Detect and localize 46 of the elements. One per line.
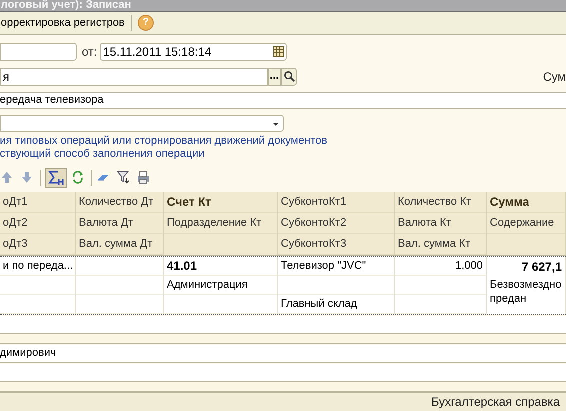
column-header[interactable]: СубконтоКт2 — [278, 213, 394, 234]
hint-link[interactable]: ия типовых операций или сторнирования движений документов — [0, 135, 566, 148]
column-header[interactable]: Содержание — [487, 213, 565, 234]
column-header[interactable]: Количество Кт — [395, 192, 486, 214]
comment-field[interactable]: ередача телевизора — [0, 92, 566, 109]
column-header[interactable]: Валюта Дт — [76, 213, 163, 234]
date-label: от: — [82, 44, 98, 61]
text-field[interactable]: димирович — [0, 344, 566, 364]
sum-label: Сум — [543, 68, 566, 86]
column-header[interactable]: оДт1 — [0, 192, 75, 214]
column-header[interactable]: Вал. сумма Кт — [395, 234, 486, 256]
column-header[interactable]: Валюта Кт — [395, 213, 486, 234]
table-cell-text: Главный склад — [281, 296, 358, 312]
table-cell-text: 41.01 — [167, 258, 198, 276]
column-header[interactable]: Количество Дт — [76, 192, 163, 214]
column-header[interactable]: Сумма — [487, 192, 565, 214]
table-cell-text: Безвозмездно предан — [489, 278, 563, 306]
column-header[interactable]: СубконтоКт1 — [278, 192, 394, 214]
table-row[interactable]: и по переда... 41.01 Администрация Телевизор "JVC" Главный склад 1,000 7 627,1 Безвозмездно предан — [0, 256, 566, 316]
printer-icon[interactable] — [136, 170, 152, 186]
column-header[interactable]: Вал. сумма Дт — [76, 234, 163, 256]
table-cell-text: и по переда... — [3, 258, 74, 274]
text-field[interactable] — [0, 316, 566, 334]
table-cell-text: Телевизор "JVC" — [281, 258, 366, 274]
column-header[interactable]: оДт3 — [0, 234, 75, 256]
calendar-icon[interactable] — [272, 44, 286, 59]
table-cell-text: Администрация — [167, 278, 248, 293]
select-button[interactable]: ... — [268, 68, 281, 86]
column-header[interactable]: СубконтоКт3 — [278, 234, 394, 256]
organization-field[interactable]: я — [0, 68, 268, 86]
table-cell-text: 1,000 — [455, 258, 483, 274]
toolbar-button[interactable]: орректировка регистров — [0, 14, 125, 32]
date-value: 15.11.2011 15:18:14 — [102, 44, 213, 61]
filter-icon[interactable] — [116, 170, 132, 186]
status-text: Бухгалтерская справка — [431, 394, 560, 411]
number-field[interactable] — [0, 42, 77, 61]
column-header[interactable]: Счет Кт — [164, 192, 277, 214]
hint-link[interactable]: ствующий способ заполнения операции — [0, 148, 566, 162]
search-icon[interactable] — [284, 71, 294, 82]
table-cell-text: 7 627,1 — [522, 258, 562, 276]
search-button[interactable] — [281, 68, 297, 86]
window-title: логовый учет): Записан — [0, 0, 132, 11]
column-header[interactable]: Подразделение Кт — [164, 213, 277, 234]
column-header[interactable]: оДт2 — [0, 213, 75, 234]
date-field[interactable]: 15.11.2011 15:18:14 — [100, 42, 288, 61]
text-field[interactable] — [0, 364, 566, 382]
